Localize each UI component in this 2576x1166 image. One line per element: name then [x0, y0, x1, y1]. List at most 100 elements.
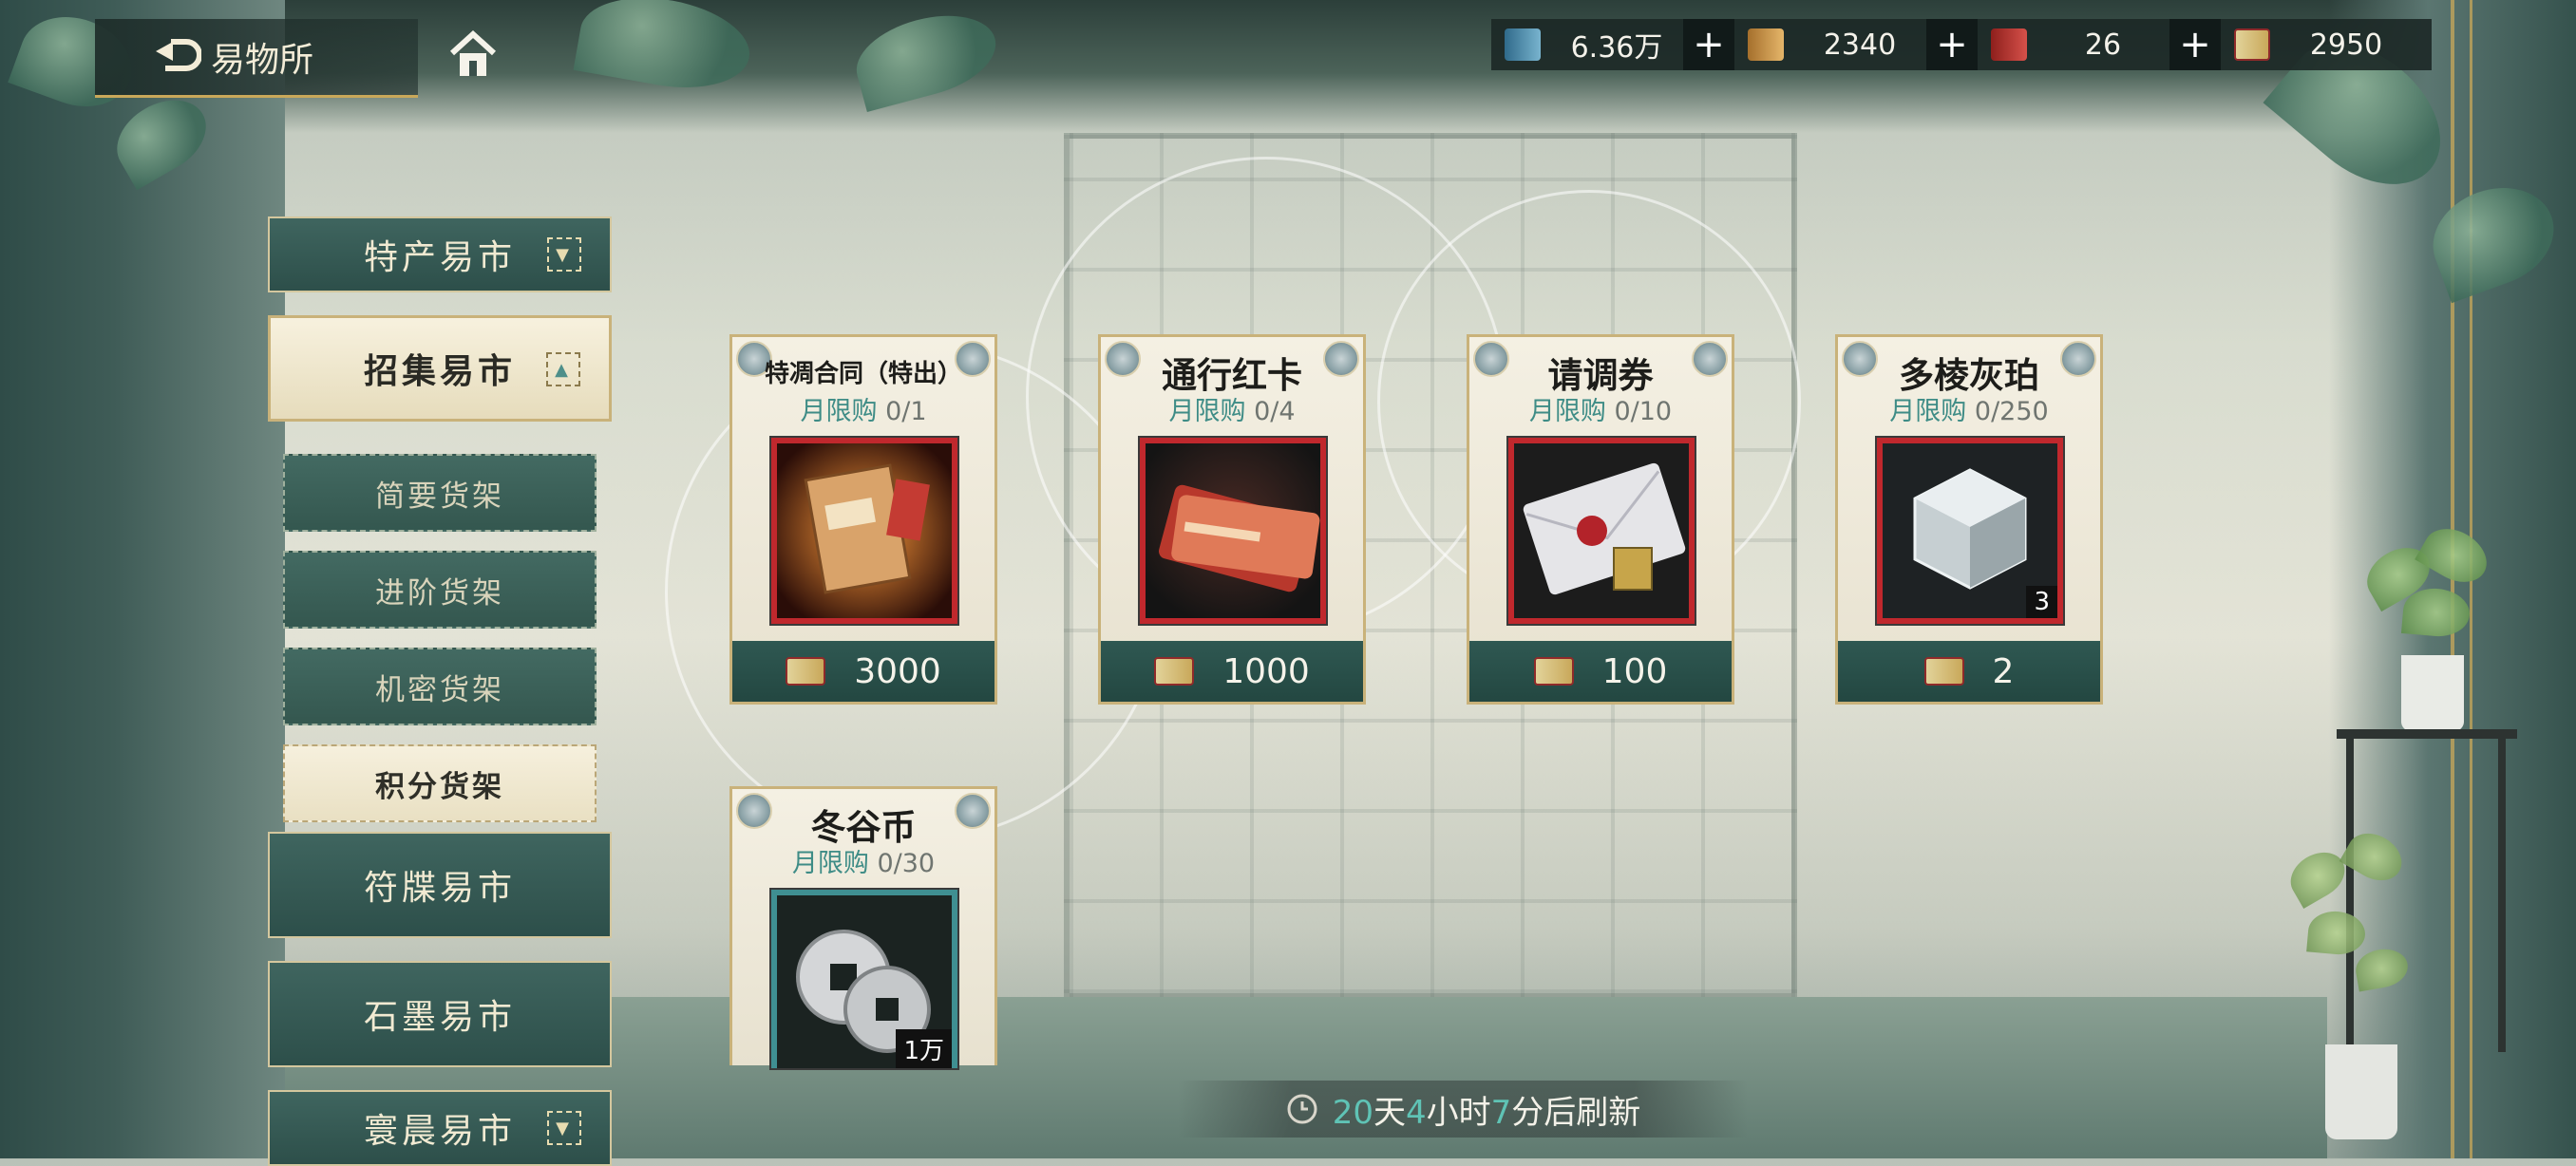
chevron-down-icon: ▼	[547, 237, 581, 272]
plant-stand-top	[2337, 729, 2517, 739]
title-bar: 易物所	[95, 19, 418, 98]
sidebar-item-label: 寰晨易市	[363, 1112, 516, 1151]
gold-pillar-line	[2470, 0, 2472, 1158]
clock-icon	[1287, 1094, 1317, 1124]
blue-scroll-icon	[1505, 28, 1541, 61]
foliage-leaf	[104, 85, 219, 191]
limit-count: 0/30	[877, 849, 936, 878]
shelf-tab-points[interactable]: 积分货架	[283, 744, 597, 822]
price-bar: 3000	[732, 641, 994, 702]
foliage-leaf	[2418, 171, 2568, 304]
currency-value: 2340	[1823, 28, 1897, 62]
sidebar-item-recruit-market[interactable]: 招集易市 ▲	[268, 315, 612, 422]
currency-bar: 6.36万 + 2340 + 26 + 2950	[1491, 19, 2441, 70]
item-name: 特凋合同（特出）	[764, 360, 962, 388]
sidebar-item-specialty-market[interactable]: 特产易市 ▼	[268, 216, 612, 292]
add-currency-button[interactable]: +	[1683, 19, 1734, 70]
refresh-text: 20天4小时7分后刷新	[1333, 1086, 1641, 1133]
limit-count: 0/250	[1974, 397, 2049, 426]
white-flower-pot	[2325, 1044, 2397, 1139]
back-button[interactable]: 易物所	[152, 32, 313, 82]
purchase-limit: 月限购 0/30	[732, 842, 994, 879]
refresh-days: 20	[1332, 1093, 1373, 1132]
currency-value: 26	[2084, 28, 2122, 62]
limit-label: 月限购	[791, 849, 869, 878]
shop-item-card[interactable]: 冬谷币 月限购 0/30 1万	[729, 786, 997, 1068]
item-image-frame: 1万	[771, 890, 957, 1068]
purchase-limit: 月限购 0/4	[1101, 390, 1363, 427]
shop-item-card[interactable]: 请调券 月限购 0/10 100	[1467, 334, 1734, 705]
refresh-hours-unit: 小时	[1426, 1093, 1491, 1132]
item-image-frame	[1508, 438, 1695, 624]
gold-scroll-icon	[1748, 28, 1784, 61]
item-image-frame	[771, 438, 957, 624]
ticket-icon	[1154, 657, 1195, 686]
foliage-leaf	[573, 0, 757, 100]
purchase-limit: 月限购 0/250	[1838, 390, 2100, 427]
sidebar-item-talisman-market[interactable]: 符牒易市	[268, 832, 612, 938]
ticket-icon	[1923, 657, 1964, 686]
item-price: 3000	[854, 651, 941, 691]
chevron-up-icon: ▲	[546, 352, 580, 386]
sidebar-item-label: 招集易市	[363, 351, 516, 391]
item-image-frame	[1140, 438, 1326, 624]
limit-count: 0/1	[885, 397, 927, 426]
add-currency-button[interactable]: +	[1926, 19, 1978, 70]
refresh-days-unit: 天	[1373, 1093, 1406, 1132]
purchase-limit: 月限购 0/10	[1469, 390, 1732, 427]
shelf-tab-label: 积分货架	[375, 769, 504, 804]
limit-count: 0/10	[1614, 397, 1673, 426]
back-arrow-icon	[156, 39, 201, 71]
limit-label: 月限购	[1168, 397, 1246, 426]
plant-stand-leg	[2346, 739, 2354, 1052]
sidebar-item-label: 石墨易市	[363, 998, 516, 1037]
price-bar: 100	[1469, 641, 1732, 702]
plant-foliage	[2358, 517, 2508, 655]
limit-label: 月限购	[1528, 397, 1606, 426]
currency-item: 6.36万 +	[1491, 19, 1734, 70]
shelf-tab-advanced[interactable]: 进阶货架	[283, 551, 597, 629]
shelf-tab-label: 机密货架	[375, 672, 504, 707]
shelf-tab-basic[interactable]: 简要货架	[283, 454, 597, 532]
home-icon	[449, 29, 497, 76]
add-currency-button[interactable]: +	[2169, 19, 2221, 70]
home-button[interactable]	[446, 28, 500, 82]
refresh-minutes: 7	[1490, 1093, 1512, 1132]
limit-count: 0/4	[1254, 397, 1296, 426]
red-card-icon	[1991, 28, 2027, 61]
ticket-icon	[1533, 657, 1574, 686]
currency-item: 2340 +	[1734, 19, 1978, 70]
shelf-tab-label: 进阶货架	[375, 575, 504, 611]
sidebar-item-label: 符牒易市	[363, 869, 516, 908]
gold-pillar-line	[2451, 0, 2454, 1158]
item-quantity: 1万	[896, 1029, 952, 1068]
price-bar: 1000	[1101, 641, 1363, 702]
shop-item-card[interactable]: 多棱灰珀 月限购 0/250 3 2	[1835, 334, 2103, 705]
plant-foliage	[2280, 824, 2422, 1025]
item-price: 100	[1601, 651, 1668, 691]
currency-value: 6.36万	[1570, 31, 1663, 65]
limit-label: 月限购	[800, 397, 878, 426]
purchase-limit: 月限购 0/1	[732, 390, 994, 427]
ticket-icon	[2234, 28, 2270, 61]
sidebar-item-graphite-market[interactable]: 石墨易市	[268, 961, 612, 1067]
price-bar: 2	[1838, 641, 2100, 702]
shelf-tab-classified[interactable]: 机密货架	[283, 648, 597, 725]
chevron-down-icon: ▼	[547, 1111, 581, 1145]
shop-item-card[interactable]: 通行红卡 月限购 0/4 1000	[1098, 334, 1366, 705]
shop-item-card[interactable]: 特凋合同（特出） 月限购 0/1 3000	[729, 334, 997, 705]
item-price: 2	[1992, 651, 2015, 691]
refresh-minutes-unit: 分后刷新	[1511, 1093, 1641, 1132]
contract-folder-icon	[777, 443, 952, 618]
sealed-envelope-icon	[1514, 443, 1689, 618]
refresh-timer: 20天4小时7分后刷新	[1178, 1081, 1748, 1138]
item-image-frame: 3	[1877, 438, 2063, 624]
background-left-wall	[0, 0, 285, 1158]
currency-item: 2950	[2221, 19, 2432, 70]
sidebar-item-label: 特产易市	[363, 238, 516, 277]
sidebar-item-next-market[interactable]: 寰晨易市 ▼	[268, 1090, 612, 1166]
item-quantity: 3	[2026, 586, 2057, 618]
red-pass-card-icon	[1146, 443, 1320, 618]
item-price: 1000	[1222, 651, 1310, 691]
currency-value: 2950	[2309, 28, 2383, 62]
